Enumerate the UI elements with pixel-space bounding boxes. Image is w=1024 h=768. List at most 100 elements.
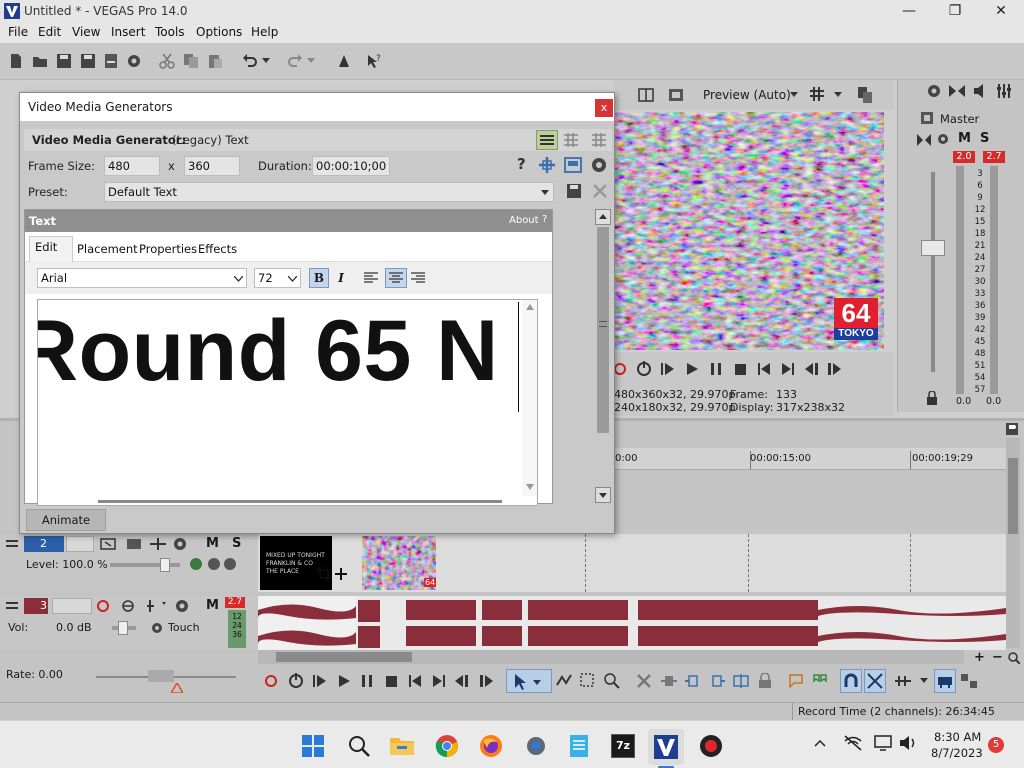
- marker-icon[interactable]: [788, 673, 804, 689]
- render-icon[interactable]: [101, 51, 121, 71]
- lock-envelopes-icon[interactable]: [934, 669, 956, 693]
- align-center-icon[interactable]: [385, 268, 407, 288]
- play-icon[interactable]: [684, 361, 700, 377]
- duration-field[interactable]: 00:00:10;00: [312, 156, 390, 176]
- selection-tool-icon[interactable]: [580, 673, 596, 689]
- preview-quality-select[interactable]: Preview (Auto): [703, 88, 791, 102]
- video-solo-button[interactable]: S: [232, 536, 241, 551]
- tray-chevron-icon[interactable]: [814, 739, 826, 747]
- font-size-select[interactable]: 72: [254, 268, 301, 288]
- network-off-icon[interactable]: [844, 735, 862, 751]
- about-link[interactable]: About: [509, 215, 539, 226]
- align-left-icon[interactable]: [364, 272, 378, 284]
- menu-tools[interactable]: Tools: [155, 25, 185, 39]
- font-select[interactable]: Arial: [37, 268, 247, 288]
- audio-track-name-field[interactable]: [52, 598, 92, 614]
- about-help-icon[interactable]: ?: [542, 214, 547, 225]
- timeline-options-icon[interactable]: [1006, 423, 1018, 435]
- split-screen-icon[interactable]: [638, 88, 654, 102]
- play-from-start-icon[interactable]: [660, 361, 676, 377]
- overlays-icon[interactable]: [668, 88, 684, 102]
- main-go-start-icon[interactable]: [407, 673, 423, 689]
- lock-icon[interactable]: [926, 391, 938, 405]
- region-icon[interactable]: [812, 673, 828, 689]
- save-as-icon[interactable]: [78, 51, 98, 71]
- undo-icon[interactable]: [240, 51, 260, 71]
- main-go-end-icon[interactable]: [431, 673, 447, 689]
- grid-icon[interactable]: [810, 87, 824, 101]
- search-icon[interactable]: [348, 735, 370, 757]
- audio-track-lane[interactable]: [258, 596, 1006, 650]
- master-fx-icon[interactable]: [920, 111, 934, 125]
- video-track-lane[interactable]: MIXED UP TONIGHT FRANKLIN & CO THE PLACE…: [258, 534, 1006, 592]
- audio-track-collapse-icon[interactable]: [6, 601, 18, 611]
- copy-icon[interactable]: [181, 51, 201, 71]
- paste-icon[interactable]: [205, 51, 225, 71]
- track-compositing-icon[interactable]: [148, 536, 168, 552]
- frame-height-field[interactable]: 360: [184, 156, 240, 176]
- bold-button[interactable]: B: [309, 268, 329, 288]
- media-browser-icon[interactable]: [564, 156, 582, 174]
- menu-insert[interactable]: Insert: [111, 25, 145, 39]
- trim-start-icon[interactable]: [684, 673, 702, 689]
- cut-icon[interactable]: [157, 51, 177, 71]
- clock-time[interactable]: 8:30 AM: [934, 730, 981, 744]
- record-icon[interactable]: [614, 362, 626, 376]
- rate-slider[interactable]: [96, 670, 236, 682]
- invert-phase-icon[interactable]: [120, 599, 136, 613]
- notepad-icon[interactable]: [568, 733, 590, 759]
- auto-ripple-icon[interactable]: [894, 673, 912, 689]
- normal-edit-tool-icon[interactable]: [506, 669, 552, 693]
- composite-mode-icon[interactable]: [188, 556, 238, 572]
- chrome-icon[interactable]: [435, 734, 459, 758]
- open-icon[interactable]: [30, 51, 50, 71]
- master-mute-button[interactable]: M: [958, 131, 971, 146]
- dialog-vertical-scrollbar[interactable]: [595, 209, 611, 505]
- frame-width-field[interactable]: 480: [104, 156, 160, 176]
- track-fx-icon[interactable]: [126, 536, 142, 552]
- new-project-icon[interactable]: [6, 51, 26, 71]
- text-edit-canvas[interactable]: Round 65 N: [37, 299, 538, 506]
- file-explorer-icon[interactable]: [389, 734, 415, 756]
- trim-icon[interactable]: [660, 673, 678, 689]
- zoom-edit-tool-icon[interactable]: [604, 673, 620, 689]
- master-fader-settings-icon[interactable]: [916, 133, 932, 147]
- main-prev-frame-icon[interactable]: [454, 673, 470, 689]
- thumbnail-view-icon[interactable]: [564, 133, 578, 147]
- zoom-out-icon[interactable]: −: [992, 650, 1003, 665]
- snapping-icon[interactable]: [840, 669, 862, 693]
- tab-placement[interactable]: Placement: [77, 242, 138, 256]
- save-preset-icon[interactable]: [566, 183, 582, 199]
- main-next-frame-icon[interactable]: [478, 673, 494, 689]
- downmix-icon[interactable]: [948, 84, 966, 98]
- add-generator-icon[interactable]: [538, 156, 556, 174]
- main-loop-icon[interactable]: [288, 673, 304, 689]
- master-solo-button[interactable]: S: [980, 131, 989, 146]
- track-name-field[interactable]: [66, 536, 94, 552]
- timeline-vertical-scrollbar[interactable]: [1006, 438, 1020, 648]
- properties-gear-icon[interactable]: [124, 51, 144, 71]
- dialog-help-button[interactable]: ?: [517, 155, 526, 173]
- automation-mode[interactable]: Touch: [168, 621, 200, 634]
- master-fader-handle[interactable]: [921, 240, 945, 256]
- menu-edit[interactable]: Edit: [38, 25, 61, 39]
- copy-snapshot-icon[interactable]: [858, 87, 872, 103]
- firefox-icon[interactable]: [479, 734, 503, 758]
- notification-badge[interactable]: 5: [988, 737, 1004, 753]
- quality-dropdown-icon[interactable]: [790, 92, 798, 98]
- go-to-start-icon[interactable]: [756, 361, 772, 377]
- preset-dropdown-icon[interactable]: [541, 190, 549, 196]
- detail-view-icon[interactable]: [592, 133, 606, 147]
- redo-icon[interactable]: [285, 51, 305, 71]
- master-settings-icon[interactable]: [926, 83, 942, 99]
- master-gear-icon[interactable]: [936, 132, 950, 146]
- volume-icon[interactable]: [899, 735, 917, 751]
- menu-file[interactable]: File: [8, 25, 28, 39]
- dim-output-icon[interactable]: [972, 83, 988, 99]
- envelope-tool-icon[interactable]: [556, 673, 572, 689]
- main-play-from-start-icon[interactable]: [312, 673, 328, 689]
- zoom-in-icon[interactable]: +: [974, 650, 985, 665]
- generator-settings-icon[interactable]: [590, 156, 608, 174]
- preset-select[interactable]: Default Text: [104, 182, 554, 202]
- delete-icon[interactable]: [636, 673, 652, 689]
